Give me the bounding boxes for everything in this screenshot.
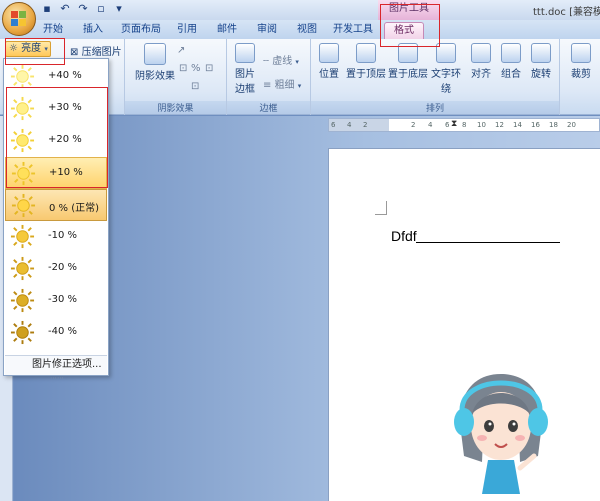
- brightness-option-plus20[interactable]: +20 %: [5, 125, 107, 157]
- sun-icon: [10, 96, 35, 121]
- brightness-option-plus10[interactable]: +10 %: [5, 157, 107, 189]
- sun-icon: [10, 256, 35, 281]
- brightness-button[interactable]: ☼ 亮度 ▾: [5, 41, 51, 57]
- sun-icon: [10, 320, 35, 345]
- align-button[interactable]: 对齐: [467, 43, 495, 80]
- office-logo-icon: [11, 11, 27, 27]
- customize-qat-icon[interactable]: ▾: [112, 2, 126, 16]
- save-icon[interactable]: ▪: [40, 2, 54, 16]
- text-wrapping-icon: [436, 43, 456, 63]
- sun-icon: [10, 288, 35, 313]
- picture-tools-contextual-title: 图片工具: [378, 0, 440, 20]
- tab-page-layout[interactable]: 页面布局: [118, 22, 164, 39]
- document-title: ttt.doc [兼容模: [533, 7, 600, 18]
- position-button[interactable]: 位置: [315, 43, 343, 80]
- dashes-dropdown[interactable]: ┄ 虚线 ▾: [263, 52, 299, 67]
- tab-format[interactable]: 格式: [384, 22, 424, 39]
- brightness-sun-icon: ☼: [9, 43, 18, 54]
- brightness-option-plus30[interactable]: +30 %: [5, 93, 107, 125]
- chevron-down-icon: ▾: [44, 45, 48, 53]
- tab-insert[interactable]: 插入: [78, 22, 108, 39]
- border-group-label: 边框: [227, 101, 310, 114]
- print-preview-icon[interactable]: ▫: [94, 2, 108, 16]
- crop-button[interactable]: 裁剪: [566, 43, 596, 80]
- tab-review[interactable]: 审阅: [252, 22, 282, 39]
- office-button[interactable]: [2, 2, 36, 36]
- bring-to-front-button[interactable]: 置于顶层: [345, 43, 387, 80]
- tab-developer[interactable]: 开发工具: [330, 22, 376, 39]
- arrange-group-label: 排列: [311, 101, 559, 114]
- shadow-effects-icon: [144, 43, 166, 65]
- rotate-icon: [531, 43, 551, 63]
- send-to-back-icon: [398, 43, 418, 63]
- shadow-nudge-left-icon[interactable]: ⊡: [179, 63, 187, 74]
- quick-access-toolbar: ▪ ↶ ↷ ▫ ▾: [40, 2, 126, 16]
- ribbon-tab-row: 开始 插入 页面布局 引用 邮件 审阅 视图 开发工具 格式: [0, 20, 600, 39]
- sun-icon: [11, 193, 36, 218]
- brightness-option-minus40[interactable]: -40 %: [5, 317, 107, 349]
- tab-references[interactable]: 引用: [172, 22, 202, 39]
- inserted-picture[interactable]: [448, 364, 554, 496]
- shadow-nudge-right-icon[interactable]: ⊡: [205, 63, 213, 74]
- sun-icon: [10, 224, 35, 249]
- sun-icon: [11, 161, 36, 186]
- brightness-option-normal[interactable]: 0 % (正常): [5, 189, 107, 221]
- undo-icon[interactable]: ↶: [58, 2, 72, 16]
- ruler-margin-area: [329, 119, 389, 131]
- compress-icon: ⊠: [70, 47, 79, 58]
- align-icon: [471, 43, 491, 63]
- text-wrapping-button[interactable]: 文字环绕: [427, 43, 465, 95]
- weight-dropdown[interactable]: ≡ 粗细 ▾: [263, 76, 301, 91]
- brightness-option-plus40[interactable]: +40 %: [5, 61, 107, 93]
- compress-pictures-button[interactable]: ⊠ 压缩图片: [70, 43, 122, 58]
- shadow-group-label: 阴影效果: [125, 101, 226, 114]
- shadow-nudge-icon[interactable]: %: [191, 63, 201, 74]
- shadow-effects-button[interactable]: 阴影效果: [131, 43, 179, 82]
- position-icon: [319, 43, 339, 63]
- tab-home[interactable]: 开始: [38, 22, 68, 39]
- shadow-nudge-up-icon[interactable]: ↗: [177, 45, 185, 56]
- horizontal-ruler[interactable]: 6 4 2 2 4 6 8 10 12 14 16 18 20 ⧗: [328, 118, 600, 132]
- brightness-gallery: +40 % +30 % +20 % +10 % 0 % (正常) -10 % -…: [3, 58, 109, 382]
- shadow-nudge-down-icon[interactable]: ⊡: [191, 81, 199, 92]
- send-to-back-button[interactable]: 置于底层: [387, 43, 429, 80]
- underline-rule: [416, 242, 560, 243]
- brightness-option-minus10[interactable]: -10 %: [5, 221, 107, 253]
- brightness-option-minus20[interactable]: -20 %: [5, 253, 107, 285]
- picture-border-button[interactable]: 图片边框: [231, 43, 259, 95]
- sun-icon: [10, 64, 35, 89]
- crop-icon: [571, 43, 591, 63]
- tab-view[interactable]: 视图: [292, 22, 322, 39]
- group-button[interactable]: 组合: [497, 43, 525, 80]
- title-bar: ▪ ↶ ↷ ▫ ▾ 图片工具 ttt.doc [兼容模: [0, 0, 600, 20]
- picture-border-icon: [235, 43, 255, 63]
- tab-mailings[interactable]: 邮件: [212, 22, 242, 39]
- margin-corner-mark: [375, 201, 387, 215]
- document-text[interactable]: Dfdf: [391, 228, 417, 244]
- brightness-option-minus30[interactable]: -30 %: [5, 285, 107, 317]
- shadow-group: 阴影效果 ↗ % ⊡ ⊡ ⊡ 阴影效果: [125, 39, 227, 115]
- rotate-button[interactable]: 旋转: [527, 43, 555, 80]
- indent-marker-icon[interactable]: ⧗: [451, 119, 457, 129]
- redo-icon[interactable]: ↷: [76, 2, 90, 16]
- group-icon: [501, 43, 521, 63]
- bring-to-front-icon: [356, 43, 376, 63]
- sun-icon: [10, 128, 35, 153]
- arrange-group: 位置 置于顶层 置于底层 文字环绕 对齐 组合 旋转 排列: [311, 39, 560, 115]
- border-group: 图片边框 ┄ 虚线 ▾ ≡ 粗细 ▾ 边框: [227, 39, 311, 115]
- picture-correction-options-link[interactable]: 图片修正选项...: [5, 355, 107, 375]
- resize-grip-icon[interactable]: ⋯⋯: [50, 374, 64, 382]
